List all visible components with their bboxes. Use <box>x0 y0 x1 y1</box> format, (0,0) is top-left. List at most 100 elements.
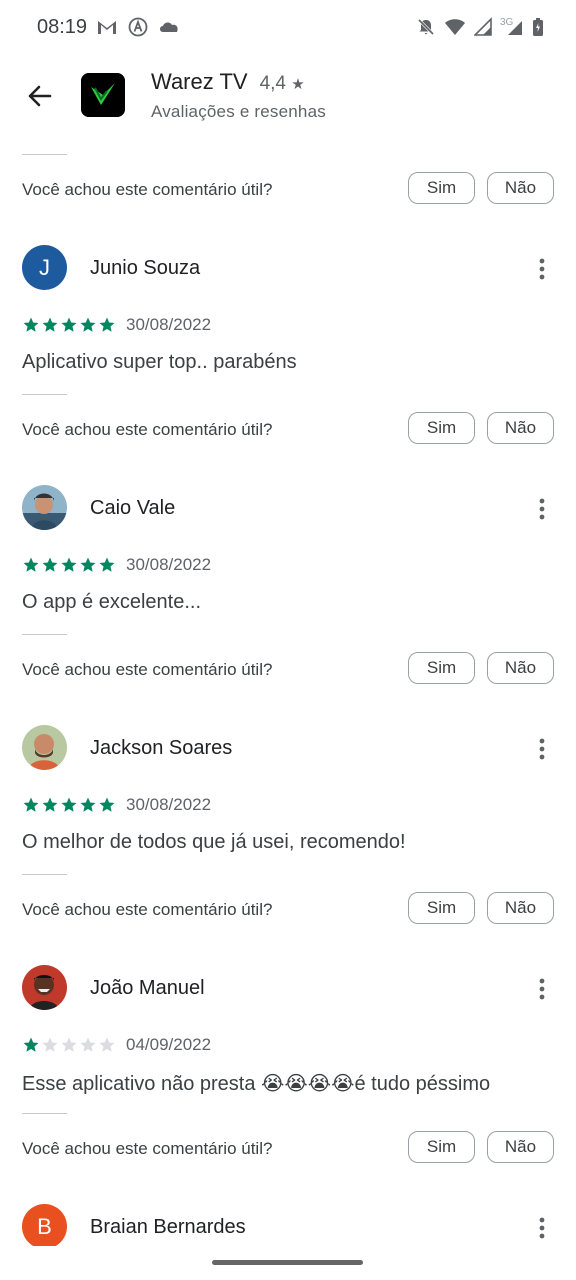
helpful-yes-button[interactable]: Sim <box>408 172 475 204</box>
reviewer-row: João Manuel <box>0 965 576 1011</box>
helpful-question: Você achou este comentário útil? <box>22 660 273 679</box>
more-options-button[interactable] <box>528 1214 556 1242</box>
reviewer-row: Jackson Soares <box>0 725 576 771</box>
helpful-row: Você achou este comentário útil? Sim Não <box>0 1131 576 1167</box>
more-options-button[interactable] <box>528 735 556 763</box>
avatar <box>22 725 67 770</box>
helpful-question: Você achou este comentário útil? <box>22 900 273 919</box>
helpful-row: Você achou este comentário útil? Sim Não <box>0 652 576 688</box>
helpful-yes-button[interactable]: Sim <box>408 412 475 444</box>
star-filled-icon <box>80 317 96 332</box>
reviewer-name: Caio Vale <box>90 497 176 519</box>
review-date: 30/08/2022 <box>126 555 212 574</box>
more-options-button[interactable] <box>528 495 556 523</box>
status-time: 08:19 <box>37 16 88 38</box>
helpful-no-button[interactable]: Não <box>487 1131 554 1163</box>
rating-stars: 30/08/2022 <box>22 554 211 576</box>
profile-photo-icon <box>22 725 67 770</box>
helpful-yes-button[interactable]: Sim <box>408 652 475 684</box>
helpful-question: Você achou este comentário útil? <box>22 180 273 199</box>
review-divider <box>22 874 67 875</box>
star-filled-icon <box>23 557 39 572</box>
back-button[interactable] <box>22 78 58 114</box>
star-filled-icon <box>23 317 39 332</box>
stars-holder <box>22 316 117 334</box>
more-vert-icon <box>539 258 545 280</box>
profile-photo-icon <box>22 965 67 1010</box>
star-filled-icon <box>42 557 58 572</box>
review-text: Aplicativo super top.. parabéns <box>22 351 297 373</box>
review-divider <box>22 394 67 395</box>
helpful-question: Você achou este comentário útil? <box>22 420 273 439</box>
star-filled-icon <box>42 797 58 812</box>
status-bar: 08:19 3G <box>0 0 576 58</box>
more-options-button[interactable] <box>528 975 556 1003</box>
app-icon[interactable] <box>81 73 125 117</box>
star-filled-icon <box>23 797 39 812</box>
review-text: Esse aplicativo não presta 😭😭😭😭é tudo pé… <box>22 1073 491 1095</box>
more-vert-icon <box>539 1217 545 1239</box>
reviews-list[interactable]: Você achou este comentário útil? Sim Não… <box>0 138 576 1246</box>
star-filled-icon <box>61 317 77 332</box>
auto-a-icon <box>128 17 148 37</box>
star-filled-icon <box>80 797 96 812</box>
battery-icon <box>533 18 543 36</box>
avatar <box>22 965 67 1010</box>
stars-holder <box>22 556 117 574</box>
star-empty-icon <box>80 1037 96 1052</box>
avatar <box>22 485 67 530</box>
star-icon: ★ <box>291 76 305 93</box>
app-rating: 4,4 ★ <box>260 73 305 95</box>
gesture-nav-handle[interactable] <box>212 1260 363 1265</box>
helpful-row: Você achou este comentário útil? Sim Não <box>0 172 576 208</box>
app-header: Warez TV 4,4 ★ Avaliações e resenhas <box>0 58 576 138</box>
star-filled-icon <box>61 557 77 572</box>
review-divider <box>22 1113 67 1114</box>
helpful-no-button[interactable]: Não <box>487 172 554 204</box>
helpful-question: Você achou este comentário útil? <box>22 1139 273 1158</box>
rating-stars: 30/08/2022 <box>22 794 211 816</box>
star-filled-icon <box>99 797 115 812</box>
helpful-no-button[interactable]: Não <box>487 652 554 684</box>
star-empty-icon <box>42 1037 58 1052</box>
rating-stars: 30/08/2022 <box>22 314 211 336</box>
star-empty-icon <box>61 1037 77 1052</box>
review-divider <box>22 634 67 635</box>
review-text: O melhor de todos que já usei, recomendo… <box>22 831 406 853</box>
wifi-icon <box>445 19 465 35</box>
more-options-button[interactable] <box>528 255 556 283</box>
helpful-row: Você achou este comentário útil? Sim Não <box>0 412 576 448</box>
page-subtitle: Avaliações e resenhas <box>151 102 326 121</box>
review-divider <box>22 154 67 155</box>
reviewer-name: Jackson Soares <box>90 737 233 759</box>
star-filled-icon <box>99 557 115 572</box>
helpful-no-button[interactable]: Não <box>487 892 554 924</box>
app-rating-value: 4,4 <box>259 73 286 94</box>
star-filled-icon <box>42 317 58 332</box>
avatar: J <box>22 245 67 290</box>
3g-signal-icon: 3G <box>500 17 524 37</box>
helpful-row: Você achou este comentário útil? Sim Não <box>0 892 576 928</box>
reviewer-row: B Braian Bernardes <box>0 1204 576 1246</box>
more-vert-icon <box>539 978 545 1000</box>
reviewer-name: Braian Bernardes <box>90 1216 246 1238</box>
star-filled-icon <box>99 317 115 332</box>
arrow-back-icon <box>28 85 52 107</box>
reviewer-name: Junio Souza <box>90 257 201 279</box>
review-date: 04/09/2022 <box>126 1035 212 1054</box>
review-text: O app é excelente... <box>22 591 202 613</box>
review-date: 30/08/2022 <box>126 315 212 334</box>
warez-tv-logo-icon <box>81 73 125 117</box>
gmail-icon <box>98 21 116 34</box>
cloud-icon <box>160 22 178 32</box>
helpful-yes-button[interactable]: Sim <box>408 892 475 924</box>
muted-bell-icon <box>417 18 435 36</box>
helpful-no-button[interactable]: Não <box>487 412 554 444</box>
more-vert-icon <box>539 498 545 520</box>
profile-photo-icon <box>22 485 67 530</box>
reviewer-row: J Junio Souza <box>0 245 576 291</box>
avatar: B <box>22 1204 67 1246</box>
star-filled-icon <box>80 557 96 572</box>
helpful-yes-button[interactable]: Sim <box>408 1131 475 1163</box>
reviewer-row: Caio Vale <box>0 485 576 531</box>
